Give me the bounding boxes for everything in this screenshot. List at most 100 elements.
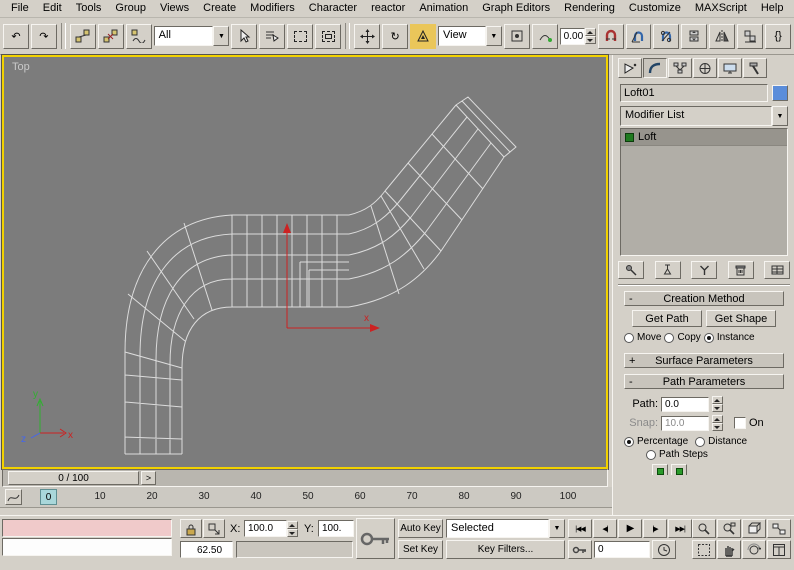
zoom-extents-button[interactable] <box>742 519 766 538</box>
menu-reactor[interactable]: reactor <box>364 0 412 17</box>
tab-display[interactable] <box>718 58 742 78</box>
menu-tools[interactable]: Tools <box>69 0 109 17</box>
stack-item-loft[interactable]: Loft <box>621 129 787 146</box>
snap-on-checkbox[interactable] <box>734 417 746 429</box>
time-slider-next-button[interactable]: > <box>141 471 156 485</box>
absolute-offset-toggle[interactable] <box>203 519 225 538</box>
rollout-surface-parameters[interactable]: + Surface Parameters <box>624 353 784 368</box>
x-spinner[interactable] <box>287 520 298 537</box>
menu-rendering[interactable]: Rendering <box>557 0 622 17</box>
chevron-down-icon[interactable]: ▼ <box>485 26 502 46</box>
radio-percentage[interactable] <box>624 436 634 447</box>
tab-hierarchy[interactable] <box>668 58 692 78</box>
path-spinner[interactable] <box>712 396 723 412</box>
use-pivot-point-button[interactable] <box>503 23 530 49</box>
current-frame-field[interactable]: 0 <box>594 541 650 558</box>
maxscript-listener-line[interactable] <box>2 538 172 556</box>
zoom-extents-all-button[interactable] <box>767 519 791 538</box>
play-button[interactable]: ▶ <box>618 519 642 538</box>
min-max-toggle-button[interactable] <box>767 540 791 559</box>
menu-group[interactable]: Group <box>108 0 153 17</box>
spinner-arrows[interactable] <box>584 28 596 44</box>
arc-rotate-button[interactable] <box>742 540 766 559</box>
selection-set-dropdown[interactable]: Selected ▼ <box>446 519 565 538</box>
configure-modifier-sets-button[interactable] <box>764 261 790 279</box>
tab-create[interactable] <box>618 58 642 78</box>
undo-button[interactable]: ↶ <box>3 23 29 49</box>
viewport-top[interactable]: Top x y x z <box>1 54 609 470</box>
time-slider[interactable]: 0 / 100 > <box>2 469 608 487</box>
bind-to-space-warp-button[interactable] <box>125 23 152 49</box>
radio-move[interactable] <box>624 332 634 343</box>
mirror-button[interactable] <box>709 23 736 49</box>
radio-instance[interactable] <box>703 332 714 343</box>
align-button[interactable] <box>737 23 764 49</box>
go-to-end-button[interactable]: ▶▶| <box>668 519 692 538</box>
redo-button[interactable]: ↷ <box>30 23 57 49</box>
chevron-down-icon[interactable]: ▼ <box>772 106 788 126</box>
menu-create[interactable]: Create <box>196 0 243 17</box>
y-coordinate-field[interactable]: 100. <box>318 520 354 537</box>
chevron-down-icon[interactable]: ▼ <box>213 26 230 46</box>
pan-button[interactable] <box>717 540 741 559</box>
remove-modifier-button[interactable] <box>727 261 754 279</box>
unlink-selection-button[interactable] <box>97 23 124 49</box>
status-value-field[interactable]: 62.50 <box>180 541 233 558</box>
set-key-mode-button[interactable] <box>356 518 395 559</box>
menu-file[interactable]: File <box>4 0 36 17</box>
snap-value-spinner[interactable]: 0.00 <box>559 27 596 45</box>
tab-utilities[interactable] <box>743 58 767 78</box>
angle-snap-button[interactable] <box>625 23 652 49</box>
select-and-link-button[interactable] <box>69 23 96 49</box>
rectangular-selection-region-button[interactable] <box>287 23 314 49</box>
select-and-manipulate-button[interactable] <box>531 23 558 49</box>
make-unique-button[interactable] <box>691 261 717 279</box>
tab-motion[interactable] <box>693 58 717 78</box>
rollout-path-parameters[interactable]: - Path Parameters <box>624 374 784 389</box>
menu-animation[interactable]: Animation <box>412 0 475 17</box>
percent-snap-button[interactable] <box>653 23 680 49</box>
mini-curve-editor-button[interactable] <box>5 489 22 505</box>
track-bar[interactable]: 0 10 20 30 40 50 60 70 80 90 100 <box>0 487 612 508</box>
x-coordinate-field[interactable]: 100.0 <box>244 520 298 537</box>
menu-customize[interactable]: Customize <box>622 0 688 17</box>
next-frame-button[interactable]: |▶ <box>643 519 667 538</box>
zoom-all-button[interactable] <box>717 519 741 538</box>
snaps-toggle-button[interactable] <box>597 23 624 49</box>
maxscript-listener-button[interactable]: {} <box>765 23 792 49</box>
select-object-button[interactable] <box>231 23 258 49</box>
spinner-snap-button[interactable] <box>681 23 708 49</box>
get-path-button[interactable]: Get Path <box>632 310 702 327</box>
snap-value-field[interactable]: 10.0 <box>661 415 709 431</box>
key-mode-toggle-button[interactable] <box>568 540 592 559</box>
current-frame-marker[interactable]: 0 <box>40 489 57 505</box>
reference-coordinate-dropdown[interactable]: View ▼ <box>437 26 502 46</box>
select-and-move-button[interactable] <box>354 23 381 49</box>
menu-graph-editors[interactable]: Graph Editors <box>475 0 557 17</box>
time-slider-handle[interactable]: 0 / 100 <box>8 471 139 485</box>
tab-modify[interactable] <box>643 58 667 78</box>
object-name-field[interactable]: Loft01 <box>620 84 768 102</box>
menu-modifiers[interactable]: Modifiers <box>243 0 302 17</box>
previous-frame-button[interactable]: ◀| <box>593 519 617 538</box>
menu-help[interactable]: Help <box>754 0 791 17</box>
modifier-list-dropdown[interactable]: Modifier List ▼ <box>620 106 788 126</box>
key-filters-button[interactable]: Key Filters... <box>446 540 565 559</box>
zoom-button[interactable] <box>692 519 716 538</box>
chevron-down-icon[interactable]: ▼ <box>549 519 565 538</box>
menu-edit[interactable]: Edit <box>36 0 69 17</box>
radio-path-steps[interactable] <box>646 449 656 460</box>
auto-key-button[interactable]: Auto Key <box>398 519 443 538</box>
object-color-swatch[interactable] <box>772 85 788 101</box>
show-end-result-button[interactable] <box>654 261 681 279</box>
selection-filter-dropdown[interactable]: All ▼ <box>153 26 230 46</box>
window-crossing-toggle-button[interactable] <box>315 23 342 49</box>
go-to-start-button[interactable]: |◀◀ <box>568 519 592 538</box>
select-and-rotate-button[interactable]: ↻ <box>382 23 409 49</box>
pin-stack-button[interactable] <box>618 261 644 279</box>
radio-copy[interactable] <box>664 332 675 343</box>
selection-lock-button[interactable] <box>180 519 202 538</box>
radio-distance[interactable] <box>695 436 706 447</box>
get-shape-button[interactable]: Get Shape <box>706 310 776 327</box>
set-key-button[interactable]: Set Key <box>398 540 443 559</box>
